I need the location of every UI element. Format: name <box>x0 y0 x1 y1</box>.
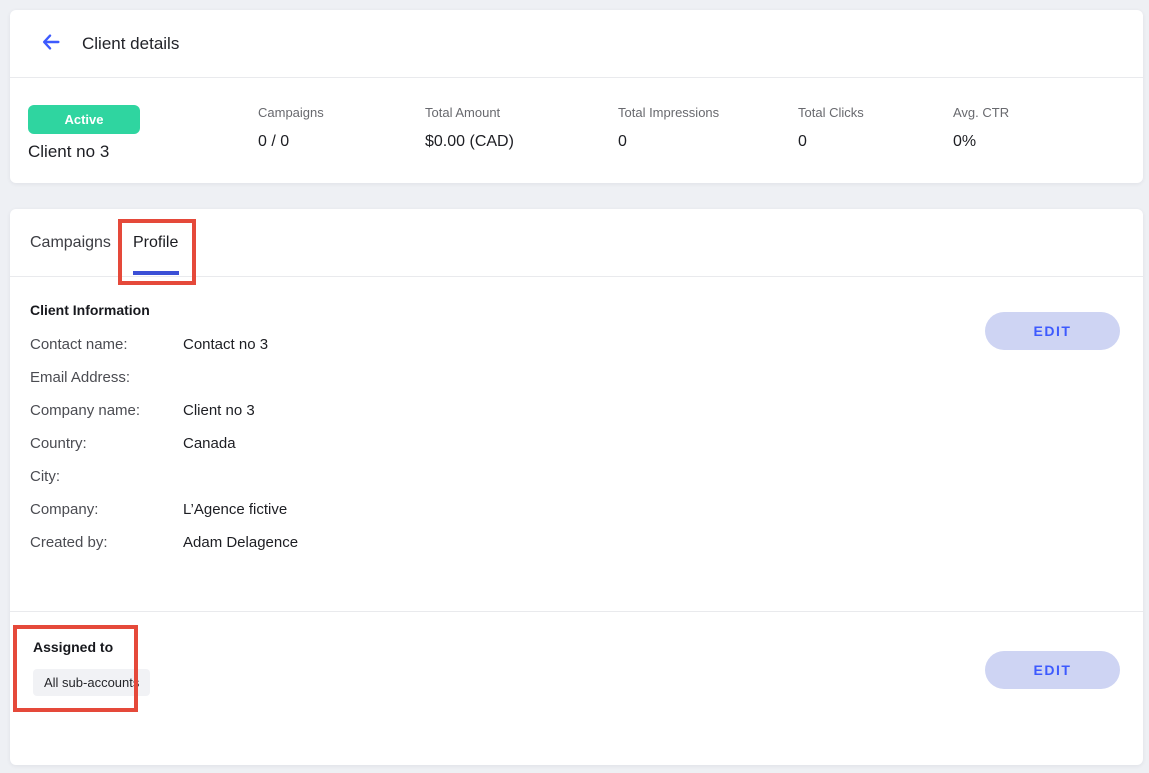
stat-value: 0% <box>953 133 976 151</box>
tab-profile[interactable]: Profile <box>133 209 178 277</box>
field-row-city: City: <box>30 468 183 488</box>
stat-label: Total Clicks <box>798 105 864 120</box>
stat-value: $0.00 (CAD) <box>425 133 514 151</box>
field-value: Client no 3 <box>183 402 255 419</box>
back-button[interactable] <box>36 29 66 59</box>
section-divider <box>10 611 1143 612</box>
tab-bar: Campaigns Profile <box>10 209 1143 277</box>
stat-label: Total Impressions <box>618 105 719 120</box>
field-value: L’Agence fictive <box>183 501 287 518</box>
client-name: Client no 3 <box>28 142 109 162</box>
field-row-company-name: Company name:Client no 3 <box>30 402 255 422</box>
field-label: City: <box>30 468 183 485</box>
client-summary-card: Client details Active Client no 3 Campai… <box>10 10 1143 183</box>
client-details-card: Campaigns Profile Client Information Con… <box>10 209 1143 765</box>
field-value: Contact no 3 <box>183 336 268 353</box>
assigned-to-title: Assigned to <box>33 639 113 655</box>
page-header: Client details <box>10 10 1143 78</box>
active-tab-underline <box>133 271 179 275</box>
field-label: Country: <box>30 435 183 452</box>
stat-value: 0 / 0 <box>258 133 289 151</box>
stat-label: Campaigns <box>258 105 324 120</box>
status-badge: Active <box>28 105 140 134</box>
edit-profile-button[interactable]: EDIT <box>985 312 1120 350</box>
field-label: Company: <box>30 501 183 518</box>
field-row-contact-name: Contact name:Contact no 3 <box>30 336 268 356</box>
field-row-country: Country:Canada <box>30 435 236 455</box>
client-summary-row: Active Client no 3 Campaigns 0 / 0 Total… <box>10 78 1143 182</box>
field-value: Adam Delagence <box>183 534 298 551</box>
field-row-created-by: Created by:Adam Delagence <box>30 534 298 554</box>
tab-campaigns[interactable]: Campaigns <box>30 209 111 277</box>
stat-value: 0 <box>618 133 627 151</box>
field-label: Created by: <box>30 534 183 551</box>
field-label: Contact name: <box>30 336 183 353</box>
stat-label: Avg. CTR <box>953 105 1009 120</box>
field-row-email-address: Email Address: <box>30 369 183 389</box>
field-value: Canada <box>183 435 236 452</box>
stat-label: Total Amount <box>425 105 500 120</box>
client-information-title: Client Information <box>30 302 150 318</box>
field-label: Email Address: <box>30 369 183 386</box>
edit-assigned-button[interactable]: EDIT <box>985 651 1120 689</box>
stat-value: 0 <box>798 133 807 151</box>
page-title: Client details <box>82 34 179 54</box>
assigned-chip: All sub-accounts <box>33 669 150 696</box>
arrow-left-icon <box>40 31 62 56</box>
field-label: Company name: <box>30 402 183 419</box>
field-row-company: Company:L’Agence fictive <box>30 501 287 521</box>
